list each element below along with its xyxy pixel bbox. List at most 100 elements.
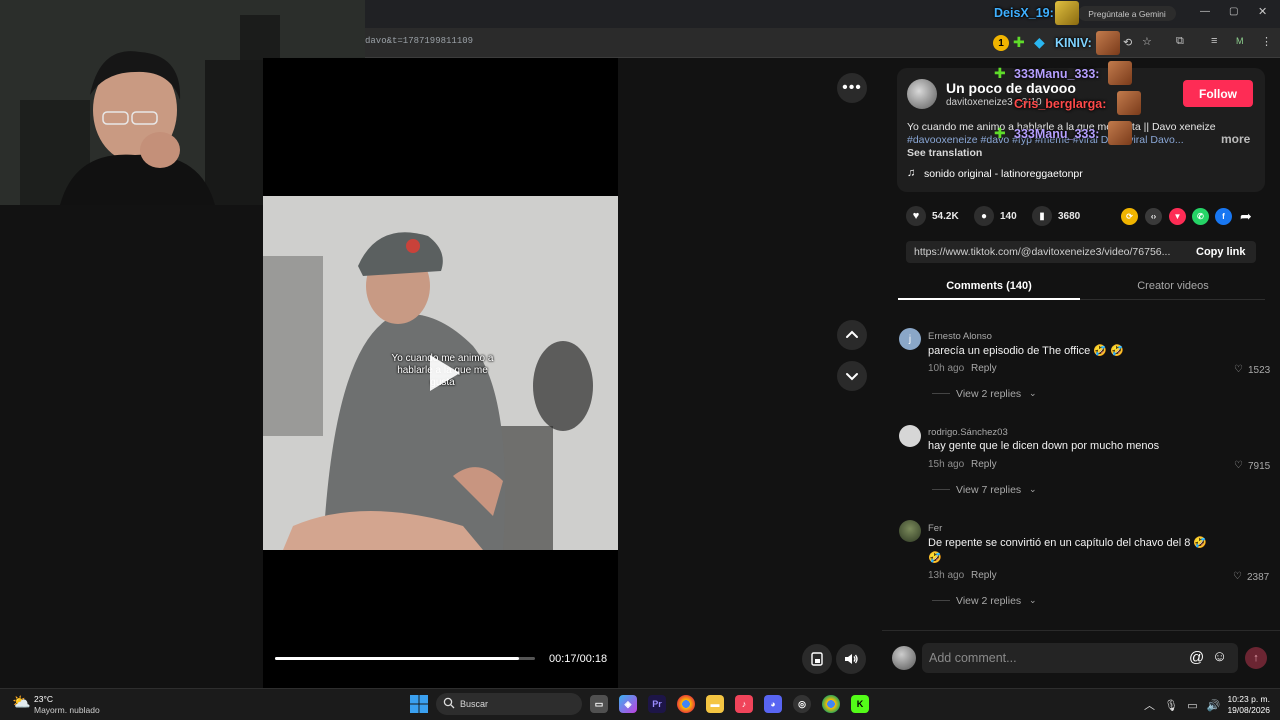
repost-share-icon[interactable]: ⟳: [1121, 208, 1138, 225]
chevron-down-icon[interactable]: ⌄: [1029, 595, 1037, 606]
file-explorer-icon[interactable]: ▬: [706, 695, 724, 713]
speaker-icon: [845, 654, 858, 664]
picture-in-picture-button[interactable]: [802, 644, 832, 674]
kick-icon[interactable]: K: [851, 695, 869, 713]
tab-comments[interactable]: Comments (140): [898, 280, 1080, 292]
post-comment-button[interactable]: ↑: [1245, 647, 1267, 669]
chevron-down-icon[interactable]: ⌄: [1029, 484, 1037, 495]
browser-menu-icon[interactable]: ⋮: [1261, 35, 1272, 48]
view-replies-button[interactable]: View 2 replies: [956, 388, 1021, 400]
heart-icon: ♥: [912, 210, 920, 222]
video-progress-fill[interactable]: [275, 657, 520, 660]
share-link-url[interactable]: https://www.tiktok.com/@davitoxeneize3/v…: [914, 246, 1182, 258]
gem-badge-icon: ✚: [1013, 34, 1025, 50]
gem-badge-icon: ✚: [994, 125, 1006, 141]
comment-username[interactable]: Ernesto Alonso: [928, 331, 992, 342]
view-replies-button[interactable]: View 7 replies: [956, 484, 1021, 496]
comment-count: 140: [1000, 211, 1017, 222]
system-tray[interactable]: ︿ 🎙 ▭ 🔊: [1144, 697, 1221, 713]
discord-icon[interactable]: ◕: [764, 695, 782, 713]
maximize-icon[interactable]: ▢: [1229, 6, 1238, 17]
copilot-icon[interactable]: ◈: [619, 695, 637, 713]
chrome-profile-icon[interactable]: [822, 695, 840, 713]
gemini-button[interactable]: Pregúntale a Gemini: [1078, 6, 1176, 21]
copy-link-button[interactable]: Copy link: [1196, 246, 1246, 258]
heart-outline-icon[interactable]: ♡: [1233, 571, 1242, 582]
comment-avatar[interactable]: [899, 520, 921, 542]
windows-start-icon[interactable]: [410, 695, 428, 713]
more-options-button[interactable]: •••: [837, 73, 867, 103]
obs-icon[interactable]: ◎: [793, 695, 811, 713]
see-translation-link[interactable]: See translation: [907, 147, 982, 159]
chrome-icon[interactable]: [677, 695, 695, 713]
address-bar-url[interactable]: davo&t=1787199811109: [365, 36, 473, 46]
bookmark-star-icon[interactable]: ☆: [1142, 35, 1152, 48]
tab-creator-videos[interactable]: Creator videos: [1082, 280, 1264, 292]
emoji-icon[interactable]: ☺: [1212, 648, 1227, 665]
volume-button[interactable]: [836, 644, 866, 674]
taskbar: [0, 688, 1280, 720]
author-avatar[interactable]: [907, 79, 937, 109]
chat-username: DeisX_19:: [994, 6, 1054, 20]
music-app-icon[interactable]: ♪: [735, 695, 753, 713]
minimize-icon[interactable]: —: [1200, 6, 1210, 17]
chevron-down-icon[interactable]: ⌄: [1029, 388, 1037, 399]
comment-time: 15h ago: [928, 459, 965, 470]
description-more-link[interactable]: more: [1221, 132, 1250, 146]
author-name[interactable]: Un poco de davooo: [946, 80, 1076, 96]
heart-outline-icon[interactable]: ♡: [1234, 460, 1243, 471]
comment-avatar[interactable]: [899, 425, 921, 447]
comment-time: 13h ago: [928, 570, 965, 581]
chevron-up-icon: [846, 330, 858, 338]
chat-emote: [1108, 61, 1132, 85]
clock-date[interactable]: 19/08/2026: [1226, 705, 1270, 715]
media-control-icon[interactable]: ≡: [1211, 35, 1217, 47]
comment-reply-button[interactable]: Reply: [971, 570, 997, 581]
comment-like-count: 7915: [1248, 461, 1271, 472]
clock-time[interactable]: 10:23 p. m.: [1226, 694, 1270, 704]
close-icon[interactable]: ✕: [1258, 5, 1267, 18]
taskbar-search-label[interactable]: Buscar: [460, 699, 488, 709]
taskbar-search[interactable]: [436, 693, 582, 715]
profile-icon[interactable]: M: [1236, 36, 1244, 46]
share-arrow-icon[interactable]: ➦: [1240, 208, 1252, 225]
play-icon[interactable]: [424, 351, 464, 395]
whatsapp-icon[interactable]: ✆: [1192, 208, 1209, 225]
comment-text-continued: 🤣: [928, 552, 942, 564]
music-link[interactable]: sonido original - latinoreggaetonpr: [924, 168, 1083, 180]
search-icon: [443, 697, 455, 709]
weather-desc[interactable]: Mayorm. nublado: [34, 705, 100, 715]
comment-text: parecía un episodio de The office 🤣 🤣: [928, 345, 1124, 357]
share-page-icon[interactable]: ⟲: [1123, 36, 1132, 49]
task-view-icon[interactable]: ▭: [590, 695, 608, 713]
replies-dash: [932, 600, 950, 601]
heart-outline-icon[interactable]: ♡: [1234, 364, 1243, 375]
comment-reply-button[interactable]: Reply: [971, 363, 997, 374]
send-to-friends-icon[interactable]: ▼: [1169, 208, 1186, 225]
like-button[interactable]: ♥: [906, 206, 926, 226]
weather-temp[interactable]: 23°C: [34, 694, 53, 704]
left-sidebar-area: [0, 205, 263, 688]
mention-icon[interactable]: @: [1189, 649, 1204, 666]
premiere-icon[interactable]: Pr: [648, 695, 666, 713]
chat-emote: [1108, 121, 1132, 145]
comment-avatar[interactable]: j: [899, 328, 921, 350]
facebook-icon[interactable]: f: [1215, 208, 1232, 225]
comment-button[interactable]: ●: [974, 206, 994, 226]
view-replies-button[interactable]: View 2 replies: [956, 595, 1021, 607]
more-dots-icon: •••: [842, 79, 862, 96]
previous-video-button[interactable]: [837, 320, 867, 350]
pip-icon: [811, 652, 823, 666]
embed-code-icon[interactable]: ‹›: [1145, 208, 1162, 225]
save-button[interactable]: ▮: [1032, 206, 1052, 226]
next-video-button[interactable]: [837, 361, 867, 391]
comment-username[interactable]: rodrigo.Sánchez03: [928, 427, 1008, 438]
follow-button[interactable]: Follow: [1183, 80, 1253, 107]
weather-icon[interactable]: ⛅: [12, 693, 31, 711]
comment-reply-button[interactable]: Reply: [971, 459, 997, 470]
chat-badge-icon: 1: [993, 35, 1009, 51]
comment-username[interactable]: Fer: [928, 523, 942, 534]
comment-time: 10h ago: [928, 363, 965, 374]
replies-dash: [932, 489, 950, 490]
extensions-icon[interactable]: ⧉: [1176, 35, 1184, 48]
